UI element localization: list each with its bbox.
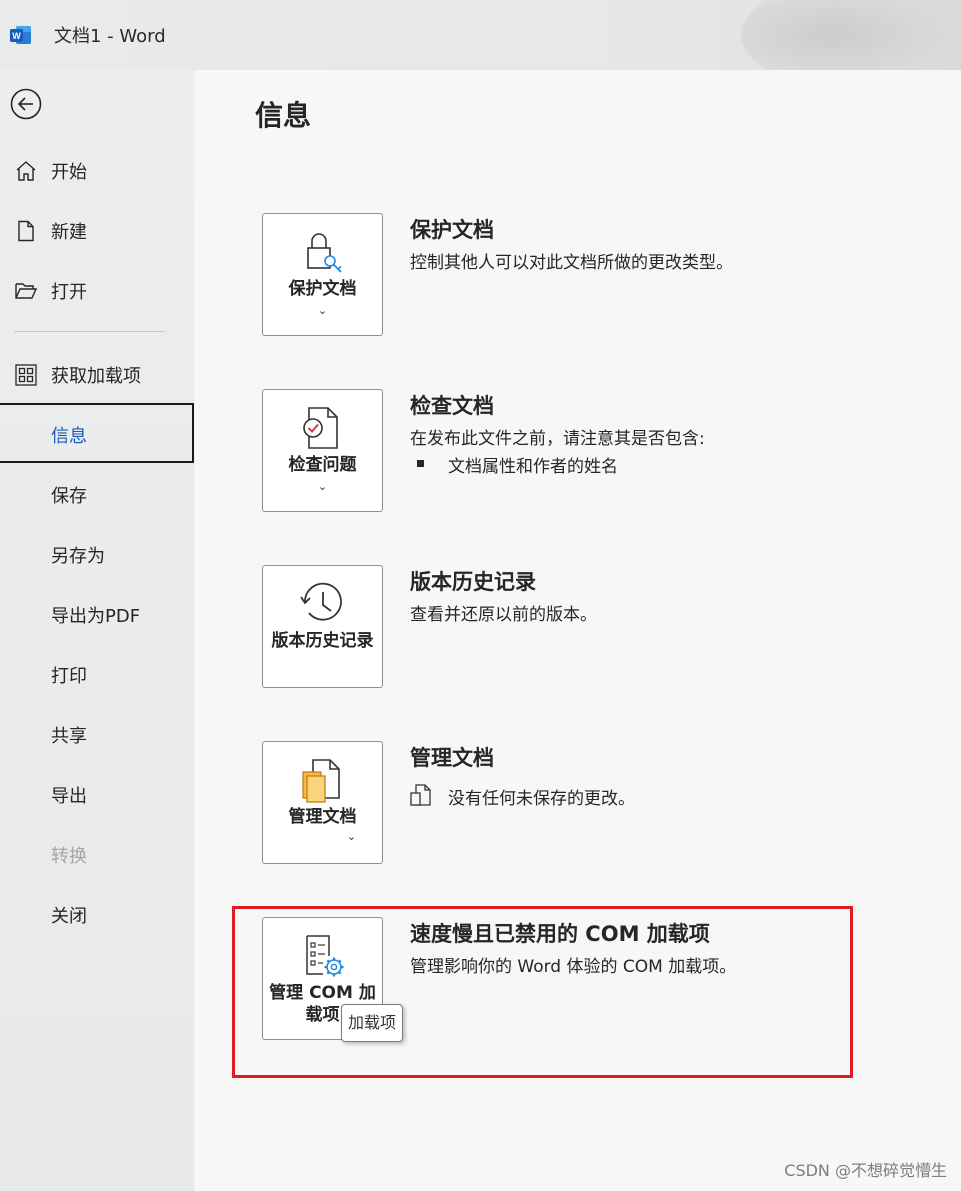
protect-document-button[interactable]: 保护文档 ⌄ <box>262 213 383 336</box>
sidebar-item-label: 开始 <box>51 162 87 183</box>
lock-key-icon <box>307 233 342 273</box>
sidebar-item-export[interactable]: 导出 <box>0 769 194 819</box>
protect-document-description: 控制其他人可以对此文档所做的更改类型。 <box>410 253 733 273</box>
inspect-document-bullet: 文档属性和作者的姓名 <box>448 457 618 477</box>
page-title: 信息 <box>255 99 312 132</box>
watermark: CSDN @不想碎觉懵生 <box>784 1161 947 1180</box>
sidebar-item-close[interactable]: 关闭 <box>0 889 194 939</box>
sidebar-item-share[interactable]: 共享 <box>0 709 194 759</box>
manage-document-description: 没有任何未保存的更改。 <box>448 789 635 809</box>
backstage-sidebar: 开始 新建 打开 获取加载项 信息 保存 另存为 导出为PDF 打印 共享 导出… <box>0 70 194 1191</box>
home-icon <box>16 161 36 181</box>
chevron-down-icon: ⌄ <box>317 304 328 317</box>
svg-text:W: W <box>12 31 21 41</box>
manage-document-button[interactable]: 管理文档 ⌄ <box>262 741 383 864</box>
open-folder-icon <box>15 283 38 299</box>
info-pane: 信息 保护文档 ⌄ 保护文档 控制其他人可以对此文档所做的更改类型。 检查问题 … <box>195 70 961 1191</box>
chevron-down-icon: ⌄ <box>317 480 328 493</box>
sidebar-item-label: 信息 <box>51 426 87 447</box>
grid-icon <box>15 364 37 386</box>
manage-document-icon <box>302 759 340 803</box>
sidebar-item-save[interactable]: 保存 <box>0 469 194 519</box>
tooltip: 加载项 <box>341 1004 404 1042</box>
sidebar-divider <box>14 331 165 332</box>
history-clock-icon <box>300 582 342 621</box>
sidebar-item-export-pdf[interactable]: 导出为PDF <box>0 589 194 639</box>
sidebar-item-label: 打印 <box>51 666 87 687</box>
version-history-button-label: 版本历史记录 <box>271 631 374 651</box>
word-logo-icon: W <box>10 26 31 44</box>
sidebar-item-transform: 转换 <box>0 829 194 879</box>
sidebar-item-save-as[interactable]: 另存为 <box>0 529 194 579</box>
new-document-icon <box>18 220 34 242</box>
sidebar-item-label: 关闭 <box>51 906 87 927</box>
sidebar-item-get-addins[interactable]: 获取加载项 <box>0 349 194 399</box>
title-bar-background-art <box>741 0 961 70</box>
sidebar-item-home[interactable]: 开始 <box>0 145 194 195</box>
sidebar-item-label: 另存为 <box>51 546 105 567</box>
inspect-document-description: 在发布此文件之前，请注意其是否包含: <box>410 429 705 449</box>
sidebar-item-open[interactable]: 打开 <box>0 265 194 315</box>
unsaved-changes-icon <box>410 784 431 806</box>
manage-document-title: 管理文档 <box>410 746 494 770</box>
bullet-marker <box>417 460 424 467</box>
sidebar-item-label: 导出 <box>51 786 87 807</box>
sidebar-item-label: 新建 <box>51 222 87 243</box>
version-history-button[interactable]: 版本历史记录 <box>262 565 383 688</box>
inspect-document-icon <box>303 407 338 449</box>
version-history-title: 版本历史记录 <box>410 570 536 594</box>
manage-document-button-label: 管理文档 <box>288 807 357 827</box>
protect-document-button-label: 保护文档 <box>288 279 357 299</box>
sidebar-item-info[interactable]: 信息 <box>0 403 194 463</box>
title-bar: W 文档1 - Word <box>0 0 961 70</box>
window-title: 文档1 - Word <box>54 26 166 47</box>
back-arrow-icon[interactable] <box>10 88 42 120</box>
check-issues-button-label: 检查问题 <box>288 455 357 475</box>
sidebar-item-label: 打开 <box>51 282 87 303</box>
sidebar-item-label: 转换 <box>51 846 87 867</box>
sidebar-item-label: 共享 <box>51 726 87 747</box>
sidebar-item-new[interactable]: 新建 <box>0 205 194 255</box>
version-history-description: 查看并还原以前的版本。 <box>410 605 597 625</box>
sidebar-item-label: 保存 <box>51 486 87 507</box>
protect-document-title: 保护文档 <box>410 218 494 242</box>
inspect-document-title: 检查文档 <box>410 394 494 418</box>
check-issues-button[interactable]: 检查问题 ⌄ <box>262 389 383 512</box>
chevron-down-icon: ⌄ <box>346 830 357 843</box>
sidebar-item-label: 获取加载项 <box>51 366 141 387</box>
sidebar-item-print[interactable]: 打印 <box>0 649 194 699</box>
highlight-annotation-box <box>232 906 853 1078</box>
sidebar-item-label: 导出为PDF <box>51 606 141 627</box>
